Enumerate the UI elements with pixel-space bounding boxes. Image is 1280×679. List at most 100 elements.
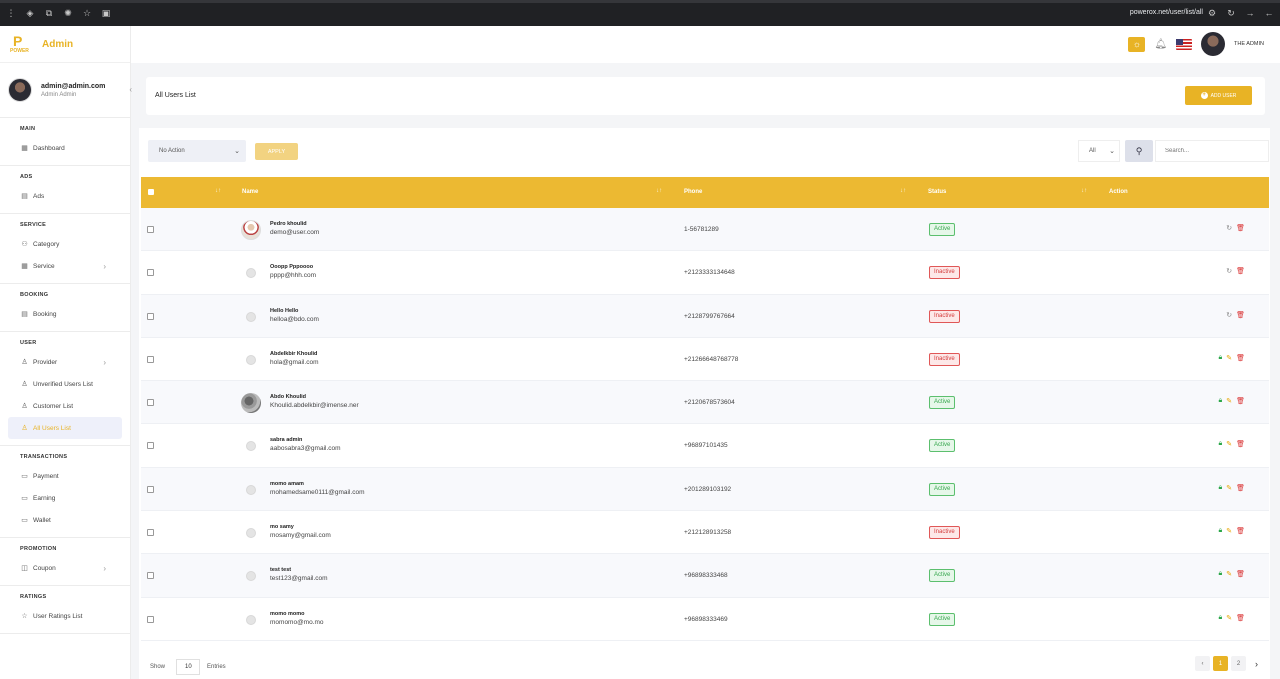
edit-icon[interactable]: ✎: [1226, 527, 1232, 535]
lock-icon[interactable]: 🔒︎: [1219, 397, 1223, 405]
sort-icon[interactable]: ↓↑: [656, 188, 662, 194]
avatar[interactable]: [1201, 32, 1226, 56]
sidebar-item-earning[interactable]: ▭ Earning: [0, 487, 122, 509]
site-settings-icon[interactable]: ⚙: [1207, 8, 1217, 18]
trash-icon[interactable]: 🗑︎: [1236, 397, 1245, 405]
user-name[interactable]: THE ADMIN: [1234, 41, 1264, 47]
prev-page-button[interactable]: ‹: [1195, 656, 1210, 671]
status-badge[interactable]: Active: [929, 482, 956, 496]
column-header-status[interactable]: Status: [928, 189, 946, 195]
lock-icon[interactable]: 🔒︎: [1219, 484, 1223, 492]
chatgpt-icon[interactable]: ✺: [63, 8, 73, 18]
menu-dots-icon[interactable]: ⋮: [6, 8, 16, 18]
user-name[interactable]: Pedro khoulid: [270, 221, 307, 227]
add-user-button[interactable]: + ADD USER: [1185, 86, 1252, 105]
trash-icon[interactable]: 🗑︎: [1236, 570, 1245, 578]
back-icon[interactable]: ←: [1264, 8, 1274, 18]
apply-button[interactable]: APPLY: [255, 143, 298, 160]
sidebar-profile[interactable]: admin@admin.com Admin Admin ‹: [0, 63, 132, 118]
user-name[interactable]: Abdelkbir Khoulid: [270, 351, 317, 357]
trash-icon[interactable]: 🗑︎: [1236, 224, 1245, 232]
trash-icon[interactable]: 🗑︎: [1236, 354, 1245, 362]
next-page-button[interactable]: ›: [1249, 656, 1264, 671]
sort-icon[interactable]: ↓↑: [900, 188, 906, 194]
status-badge[interactable]: Inactive: [929, 309, 960, 323]
select-all-checkbox[interactable]: [148, 189, 154, 195]
lock-icon[interactable]: 🔒︎: [1219, 614, 1223, 622]
bookmark-star-icon[interactable]: ☆: [82, 8, 92, 18]
sidebar-item-user-ratings-list[interactable]: ☆ User Ratings List: [0, 605, 122, 627]
row-checkbox[interactable]: [147, 226, 154, 233]
edit-icon[interactable]: ✎: [1226, 570, 1232, 578]
edit-icon[interactable]: ✎: [1226, 354, 1232, 362]
user-name[interactable]: sabra admin: [270, 437, 302, 443]
lock-icon[interactable]: 🔒︎: [1219, 354, 1223, 362]
page-1-button[interactable]: 1: [1213, 656, 1228, 671]
trash-icon[interactable]: 🗑︎: [1236, 267, 1245, 275]
edit-icon[interactable]: ✎: [1226, 614, 1232, 622]
status-badge[interactable]: Active: [929, 223, 956, 236]
row-checkbox[interactable]: [147, 615, 154, 623]
collapse-sidebar-icon[interactable]: ‹: [129, 85, 132, 94]
lock-icon[interactable]: 🔒︎: [1219, 440, 1223, 448]
column-header-name[interactable]: Name: [242, 189, 258, 195]
lock-icon[interactable]: 🔒︎: [1219, 570, 1223, 578]
user-name[interactable]: momo momo: [270, 611, 305, 617]
sort-icon[interactable]: ↓↑: [1081, 188, 1087, 194]
trash-icon[interactable]: 🗑︎: [1236, 527, 1245, 535]
status-badge[interactable]: Active: [929, 439, 956, 453]
sidebar-item-payment[interactable]: ▭ Payment: [0, 465, 122, 487]
sidebar-item-provider[interactable]: ♙ Provider ›: [0, 351, 122, 373]
sidebar-item-coupon[interactable]: ◫ Coupon ›: [0, 557, 122, 579]
reload-icon[interactable]: ↻: [1226, 8, 1236, 18]
row-checkbox[interactable]: [147, 399, 154, 407]
page-info-icon[interactable]: ▣: [101, 8, 111, 18]
status-filter-select[interactable]: All ⌄: [1078, 140, 1120, 162]
trash-icon[interactable]: 🗑︎: [1236, 311, 1245, 319]
sort-icon[interactable]: ↓↑: [215, 188, 221, 194]
status-badge[interactable]: Active: [929, 612, 956, 626]
user-name[interactable]: test test: [270, 567, 291, 573]
row-checkbox[interactable]: [147, 442, 154, 450]
row-checkbox[interactable]: [147, 485, 154, 493]
restore-icon[interactable]: ↻: [1226, 267, 1232, 275]
extension-icon[interactable]: ◈: [25, 8, 35, 18]
edit-icon[interactable]: ✎: [1226, 484, 1232, 492]
sidebar-item-category[interactable]: ⚇ Category: [0, 233, 122, 255]
address-bar-url[interactable]: powerox.net/user/list/all: [1130, 9, 1203, 16]
bulk-action-select[interactable]: No Action ⌄: [148, 140, 246, 162]
user-name[interactable]: Hello Hello: [270, 308, 298, 314]
status-badge[interactable]: Inactive: [929, 266, 960, 280]
us-flag-icon[interactable]: [1176, 38, 1193, 50]
trash-icon[interactable]: 🗑︎: [1236, 484, 1245, 492]
user-name[interactable]: Abdo Khoulid: [270, 394, 306, 400]
sidebar-item-ads[interactable]: ▤ Ads: [0, 185, 122, 207]
row-checkbox[interactable]: [147, 269, 154, 277]
page-size-select[interactable]: 10: [176, 659, 200, 675]
user-name[interactable]: momo amam: [270, 481, 304, 487]
row-checkbox[interactable]: [147, 572, 154, 580]
status-badge[interactable]: Inactive: [929, 526, 960, 540]
screenshot-icon[interactable]: ⧉: [44, 8, 54, 18]
sidebar-item-unverified-users-list[interactable]: ♙ Unverified Users List: [0, 373, 122, 395]
search-button[interactable]: ⚲: [1125, 140, 1153, 162]
trash-icon[interactable]: 🗑︎: [1236, 440, 1245, 448]
sidebar-item-customer-list[interactable]: ♙ Customer List: [0, 395, 122, 417]
bell-icon[interactable]: 🔔︎: [1154, 39, 1167, 50]
search-input[interactable]: [1155, 140, 1269, 162]
row-checkbox[interactable]: [147, 529, 154, 537]
sidebar-item-dashboard[interactable]: ▦ Dashboard: [0, 137, 122, 159]
edit-icon[interactable]: ✎: [1226, 440, 1232, 448]
theme-toggle-button[interactable]: ☼: [1128, 36, 1146, 52]
restore-icon[interactable]: ↻: [1226, 311, 1232, 319]
column-header-phone[interactable]: Phone: [684, 189, 702, 195]
forward-icon[interactable]: →: [1245, 8, 1255, 18]
restore-icon[interactable]: ↻: [1226, 224, 1232, 232]
lock-icon[interactable]: 🔒︎: [1219, 527, 1223, 535]
user-name[interactable]: Ooopp Pppoooo: [270, 264, 313, 270]
status-badge[interactable]: Inactive: [929, 352, 960, 366]
page-2-button[interactable]: 2: [1231, 656, 1246, 671]
sidebar-item-booking[interactable]: ▤ Booking: [0, 303, 122, 325]
status-badge[interactable]: Active: [929, 396, 956, 410]
row-checkbox[interactable]: [147, 355, 154, 363]
